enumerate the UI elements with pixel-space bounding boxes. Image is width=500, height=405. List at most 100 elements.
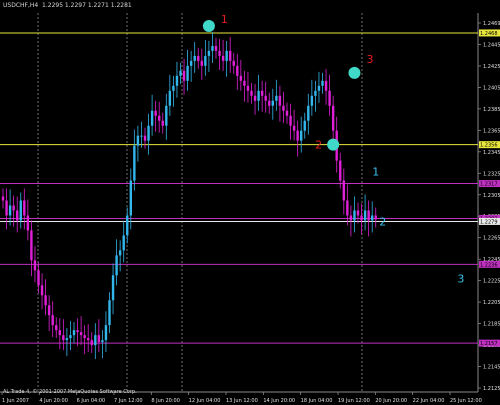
candle-body	[147, 125, 150, 141]
price-tick-label: 1.2425	[483, 64, 500, 70]
wave-label-cyan: 3	[457, 272, 464, 285]
candle-body	[221, 55, 225, 61]
candle-body	[76, 330, 79, 333]
candle-body	[292, 125, 296, 131]
candle-body	[200, 60, 203, 66]
candle-body	[40, 285, 44, 296]
price-tick-label: 1.2265	[483, 236, 500, 242]
level-price-label: 1.2468	[480, 31, 498, 37]
candle-body	[300, 130, 303, 141]
candle-body	[129, 180, 132, 216]
candle-body	[175, 75, 179, 86]
price-tick-label: 1.2225	[483, 279, 500, 285]
candle-body	[79, 332, 83, 336]
candle-body	[186, 65, 189, 81]
chart-window[interactable]: 1.2469 1.2445 1.2425 1.2405 1.2385 1.2365 1.23…	[0, 0, 500, 405]
candle-body	[158, 115, 161, 121]
candle-body	[289, 115, 292, 126]
candle-body	[189, 60, 193, 66]
time-tick-label: 13 Jun 12:00	[226, 398, 258, 404]
candle-body	[44, 295, 47, 306]
candle-body	[346, 200, 349, 216]
candle-body	[37, 270, 40, 286]
price-tick-label: 1.2345	[483, 150, 500, 156]
time-tick-label: 19 Jun 12:00	[338, 398, 370, 404]
time-tick-label: 8 Jun 20:00	[151, 398, 180, 404]
time-tick-label: 25 Jun 12:00	[450, 398, 482, 404]
candle-body	[371, 215, 374, 221]
price-tick-label: 1.2205	[483, 300, 500, 306]
candle-body	[168, 90, 172, 106]
candle-body	[136, 135, 140, 146]
level-price-label: 1.2236	[480, 262, 498, 268]
candle-body	[51, 315, 54, 326]
candle-body	[30, 230, 33, 261]
candle-body	[122, 235, 125, 251]
candle-body	[285, 110, 289, 116]
candle-body	[150, 110, 154, 126]
candle-body	[275, 95, 278, 101]
candle-body	[16, 210, 19, 221]
candle-body	[303, 120, 306, 131]
candle-body	[193, 55, 196, 61]
candle-body	[1, 196, 5, 201]
level-price-label: 1.2157	[480, 341, 498, 347]
candle-body	[257, 90, 260, 101]
candle-body	[314, 90, 317, 96]
candle-body	[271, 100, 274, 106]
time-tick-label: 4 Jun 20:00	[39, 398, 68, 404]
candle-body	[72, 330, 76, 336]
candle-body	[26, 215, 30, 231]
candle-body	[239, 75, 243, 81]
level-price-label: 1.2279	[480, 219, 498, 225]
candle-body	[321, 80, 324, 86]
time-tick-label: 22 Jun 04:00	[413, 398, 445, 404]
candle-body	[374, 215, 377, 220]
candle-body	[253, 95, 257, 101]
candle-body	[225, 50, 228, 61]
candle-body	[236, 65, 239, 76]
candle-body	[111, 275, 115, 301]
candle-body	[250, 90, 253, 96]
chart-header: USDCHF,H4 1.2295 1.2297 1.2271 1.2281	[3, 2, 132, 9]
time-tick-label: 14 Jun 20:00	[263, 398, 295, 404]
candle-body	[69, 335, 72, 339]
candle-body	[83, 335, 86, 339]
turning-point-marker	[348, 66, 361, 79]
candle-body	[363, 210, 367, 221]
candle-body	[104, 325, 108, 341]
candle-body	[353, 210, 356, 221]
candle-body	[94, 335, 97, 346]
wave-label-red: 1	[221, 13, 228, 26]
price-tick-label: 1.2445	[483, 42, 500, 48]
candle-body	[90, 340, 93, 346]
candle-body	[211, 45, 214, 51]
candle-body	[172, 85, 175, 91]
wave-label-red: 3	[366, 53, 373, 66]
candle-body	[232, 60, 235, 66]
price-tick-label: 1.2325	[483, 171, 500, 177]
candle-body	[23, 200, 26, 216]
price-chart[interactable]: 1.2469 1.2445 1.2425 1.2405 1.2385 1.2365 1.23…	[0, 0, 500, 405]
candle-body	[307, 105, 310, 121]
price-tick-label: 1.2185	[483, 322, 500, 328]
time-tick-label: 1 Jun 2007	[2, 398, 29, 404]
candle-body	[97, 335, 101, 343]
candle-body	[229, 50, 232, 61]
turning-point-marker	[327, 138, 340, 151]
candle-body	[126, 215, 129, 236]
candle-body	[62, 335, 65, 341]
price-tick-label: 1.2385	[483, 107, 500, 113]
candle-body	[342, 180, 345, 201]
candle-body	[65, 338, 69, 341]
time-tick-label: 18 Jun 04:00	[301, 398, 333, 404]
time-tick-label: 7 Jun 12:00	[114, 398, 143, 404]
candle-body	[349, 215, 353, 221]
price-tick-label: 1.2405	[483, 85, 500, 91]
candle-body	[264, 95, 267, 101]
candle-body	[360, 215, 363, 221]
candle-body	[115, 255, 118, 276]
time-tick-label: 6 Jun 04:00	[77, 398, 106, 404]
candle-body	[133, 145, 136, 181]
candle-body	[246, 85, 250, 91]
